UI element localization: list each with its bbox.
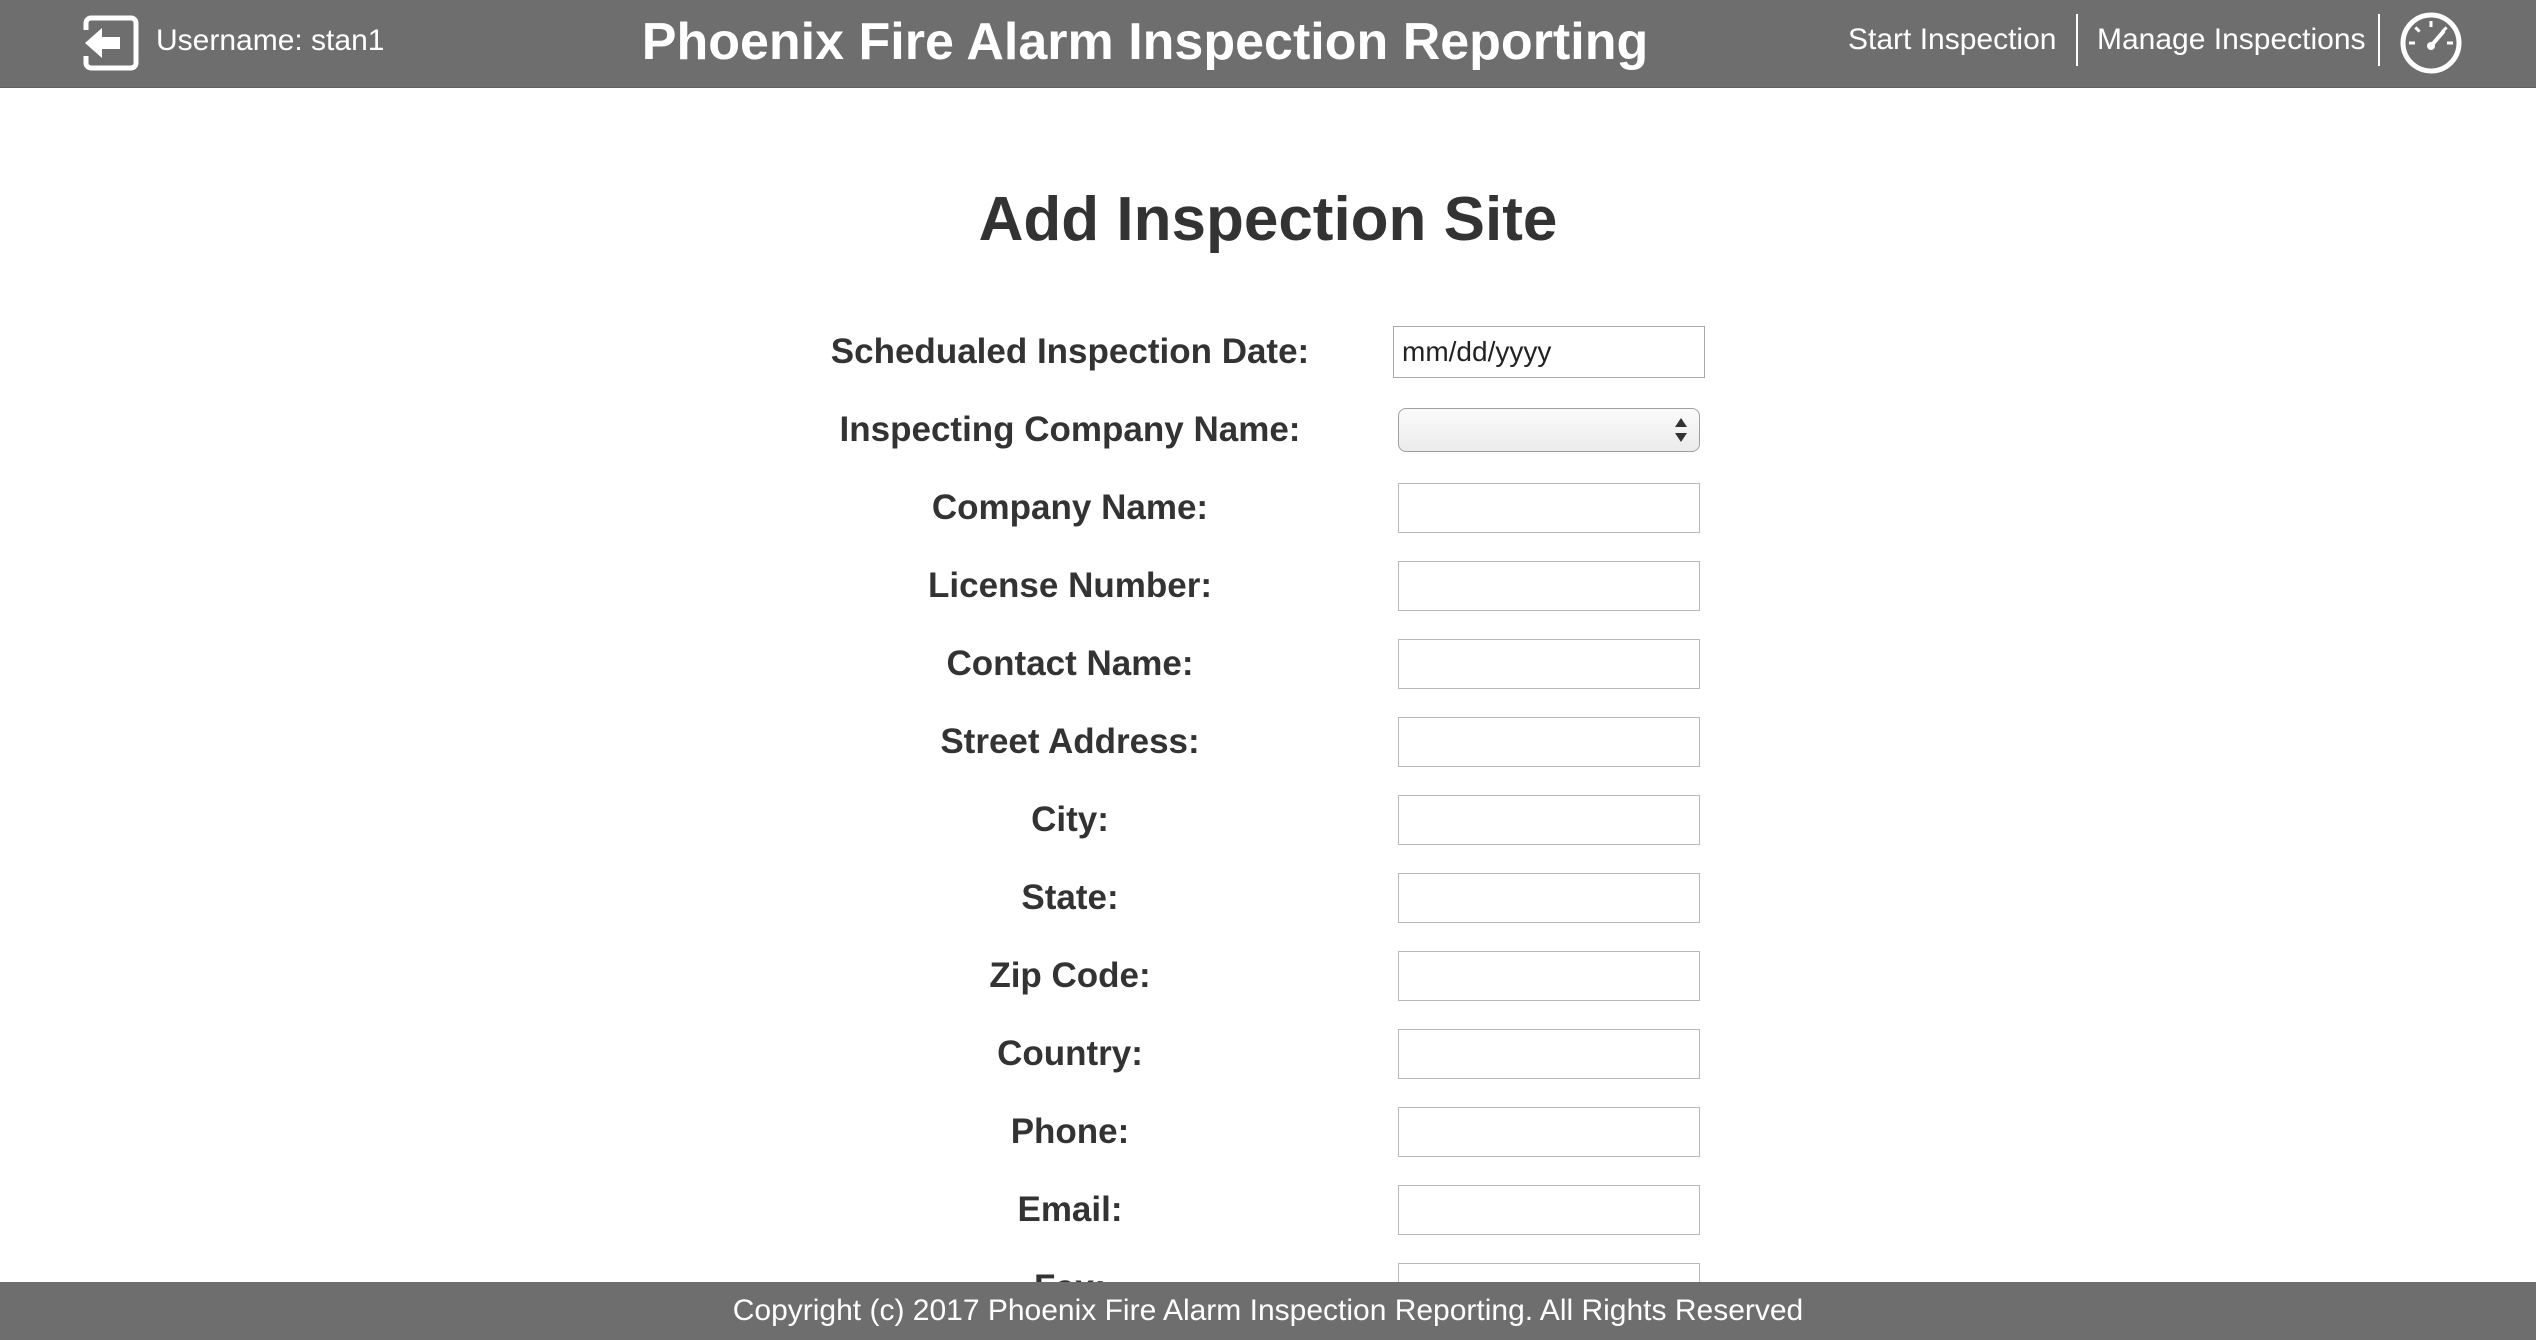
select-arrows-icon	[1675, 418, 1687, 442]
company-name-input[interactable]	[1398, 483, 1700, 533]
field-label: Phone:	[1010, 1112, 1130, 1151]
form-row-city: City:	[0, 794, 2536, 846]
city-input[interactable]	[1398, 795, 1700, 845]
form-row-license-number: License Number:	[0, 560, 2536, 612]
form-row-email: Email:	[0, 1184, 2536, 1236]
form-row-country: Country:	[0, 1028, 2536, 1080]
form-row-state: State:	[0, 872, 2536, 924]
footer-bar: Copyright (c) 2017 Phoenix Fire Alarm In…	[0, 1282, 2536, 1340]
street-address-input[interactable]	[1398, 717, 1700, 767]
form-row-company-name: Company Name:	[0, 482, 2536, 534]
speedometer-icon[interactable]	[2398, 10, 2464, 76]
contact-name-input[interactable]	[1398, 639, 1700, 689]
field-label: Schedualed Inspection Date:	[830, 332, 1310, 371]
state-input[interactable]	[1398, 873, 1700, 923]
field-label: Company Name:	[931, 488, 1209, 527]
form-row-contact-name: Contact Name:	[0, 638, 2536, 690]
nav-manage-inspections[interactable]: Manage Inspections	[2097, 20, 2366, 60]
copyright-text: Copyright (c) 2017 Phoenix Fire Alarm In…	[732, 1294, 1804, 1327]
phone-input[interactable]	[1398, 1107, 1700, 1157]
page: Username: stan1 Phoenix Fire Alarm Inspe…	[0, 0, 2536, 1340]
form-row-inspecting-company: Inspecting Company Name:	[0, 404, 2536, 456]
page-title: Add Inspection Site	[978, 185, 1558, 254]
email-input[interactable]	[1398, 1185, 1700, 1235]
form-row-phone: Phone:	[0, 1106, 2536, 1158]
form-row-scheduled-date: Schedualed Inspection Date:	[0, 326, 2536, 378]
zip-code-input[interactable]	[1398, 951, 1700, 1001]
field-label: Inspecting Company Name:	[839, 410, 1301, 449]
nav-divider	[2076, 14, 2078, 66]
form-row-street-address: Street Address:	[0, 716, 2536, 768]
app-title: Phoenix Fire Alarm Inspection Reporting	[641, 13, 1649, 71]
field-label: Zip Code:	[989, 956, 1151, 995]
form-row-zip-code: Zip Code:	[0, 950, 2536, 1002]
inspecting-company-select[interactable]	[1398, 408, 1700, 452]
field-label: Country:	[997, 1034, 1143, 1073]
country-input[interactable]	[1398, 1029, 1700, 1079]
header-bar: Username: stan1 Phoenix Fire Alarm Inspe…	[0, 0, 2536, 88]
nav-start-inspection[interactable]: Start Inspection	[1848, 20, 2056, 60]
field-label: Street Address:	[940, 722, 1200, 761]
username-label: Username: stan1	[156, 24, 385, 57]
scheduled-date-input[interactable]	[1393, 326, 1705, 378]
license-number-input[interactable]	[1398, 561, 1700, 611]
field-label: Contact Name:	[946, 644, 1194, 683]
field-label: License Number:	[928, 566, 1212, 605]
field-label: City:	[1031, 800, 1109, 839]
nav-divider	[2378, 14, 2380, 66]
field-label: Email:	[1017, 1190, 1123, 1229]
logout-arrow-icon[interactable]	[82, 14, 140, 72]
field-label: State:	[1021, 878, 1119, 917]
